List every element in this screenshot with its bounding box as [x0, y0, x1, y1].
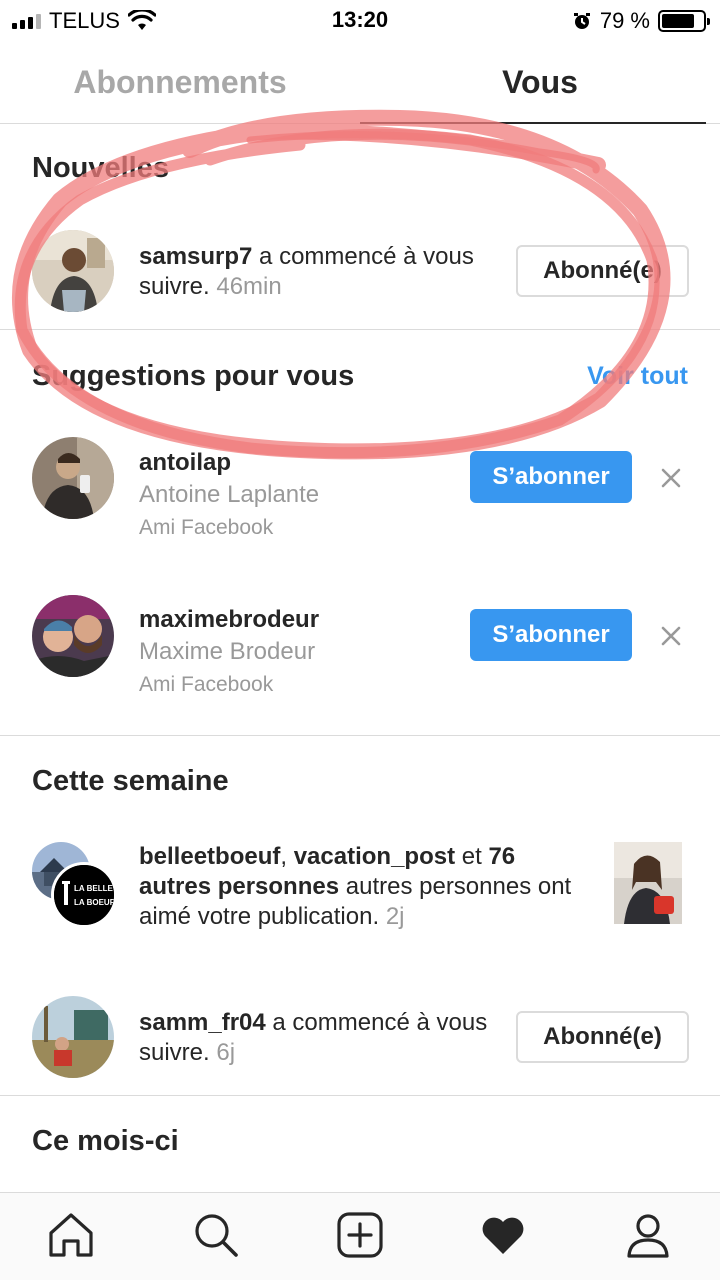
logo-text-line1: LA BELLE	[74, 884, 113, 893]
notification-time: 2j	[385, 903, 405, 930]
section-title-new: Nouvelles	[32, 152, 169, 184]
dismiss-icon[interactable]	[656, 463, 686, 493]
battery-icon	[658, 10, 710, 32]
suggestion-username[interactable]: maximebrodeur	[139, 606, 319, 634]
nav-home[interactable]	[45, 1209, 97, 1261]
nav-search[interactable]	[190, 1209, 242, 1261]
status-right: 79 %	[572, 8, 710, 34]
like-user-2[interactable]: vacation_post	[294, 843, 455, 870]
separator: ,	[280, 843, 294, 870]
suggestion-username[interactable]: antoilap	[139, 449, 231, 477]
see-all-link[interactable]: Voir tout	[587, 362, 688, 391]
following-button[interactable]: Abonné(e)	[516, 1011, 689, 1063]
notification-time: 6j	[216, 1039, 236, 1066]
profile-icon	[627, 1214, 669, 1258]
nav-profile[interactable]	[622, 1209, 674, 1261]
avatar-samm-fr04[interactable]	[32, 996, 114, 1078]
battery-percent: 79 %	[599, 8, 650, 33]
activity-tabs: Abonnements Vous	[0, 40, 720, 124]
divider	[0, 329, 720, 330]
suggestion-note: Ami Facebook	[139, 516, 274, 539]
following-button[interactable]: Abonné(e)	[516, 245, 689, 297]
suggestion-note: Ami Facebook	[139, 673, 274, 696]
dismiss-icon[interactable]	[656, 621, 686, 651]
divider	[0, 735, 720, 736]
section-title-suggestions: Suggestions pour vous	[32, 360, 355, 392]
follow-button[interactable]: S’abonner	[470, 609, 632, 661]
avatar-antoilap[interactable]	[32, 437, 114, 519]
notification-username[interactable]: samm_fr04	[139, 1009, 266, 1036]
bottom-nav	[0, 1192, 720, 1280]
avatar-belleetboeuf[interactable]: LA BELLE LA BOEUF	[51, 862, 117, 928]
section-title-this-month: Ce mois-ci	[32, 1125, 179, 1157]
notification-follow-new: samsurp7 a commencé à vous suivre. 46min	[139, 242, 509, 302]
search-icon	[195, 1214, 238, 1257]
notification-follow-week: samm_fr04 a commencé à vous suivre. 6j	[139, 1008, 499, 1068]
notification-likes: belleetboeuf, vacation_post et 76 autres…	[139, 842, 589, 932]
tab-following[interactable]: Abonnements	[0, 40, 360, 124]
avatar-maximebrodeur[interactable]	[32, 595, 114, 677]
suggestion-full-name: Maxime Brodeur	[139, 638, 316, 665]
conjunction: et	[455, 843, 489, 870]
like-user-1[interactable]: belleetboeuf	[139, 843, 280, 870]
section-title-this-week: Cette semaine	[32, 765, 229, 797]
alarm-icon	[573, 13, 590, 29]
nav-activity[interactable]	[477, 1209, 529, 1261]
tab-you[interactable]: Vous	[360, 40, 720, 124]
active-tab-indicator	[360, 122, 706, 124]
avatar-samsurp7[interactable]	[32, 230, 114, 312]
post-thumbnail[interactable]	[614, 842, 682, 924]
follow-button[interactable]: S’abonner	[470, 451, 632, 503]
status-bar: TELUS 13:20 79 %	[0, 0, 720, 40]
suggestion-full-name: Antoine Laplante	[139, 481, 320, 508]
home-icon	[49, 1213, 93, 1257]
logo-text-line2: LA BOEUF	[74, 898, 114, 907]
divider	[0, 1095, 720, 1096]
notification-username[interactable]: samsurp7	[139, 243, 252, 270]
nav-add[interactable]	[334, 1209, 386, 1261]
add-icon	[337, 1212, 383, 1258]
heart-icon	[482, 1217, 524, 1254]
notification-time: 46min	[216, 273, 282, 300]
